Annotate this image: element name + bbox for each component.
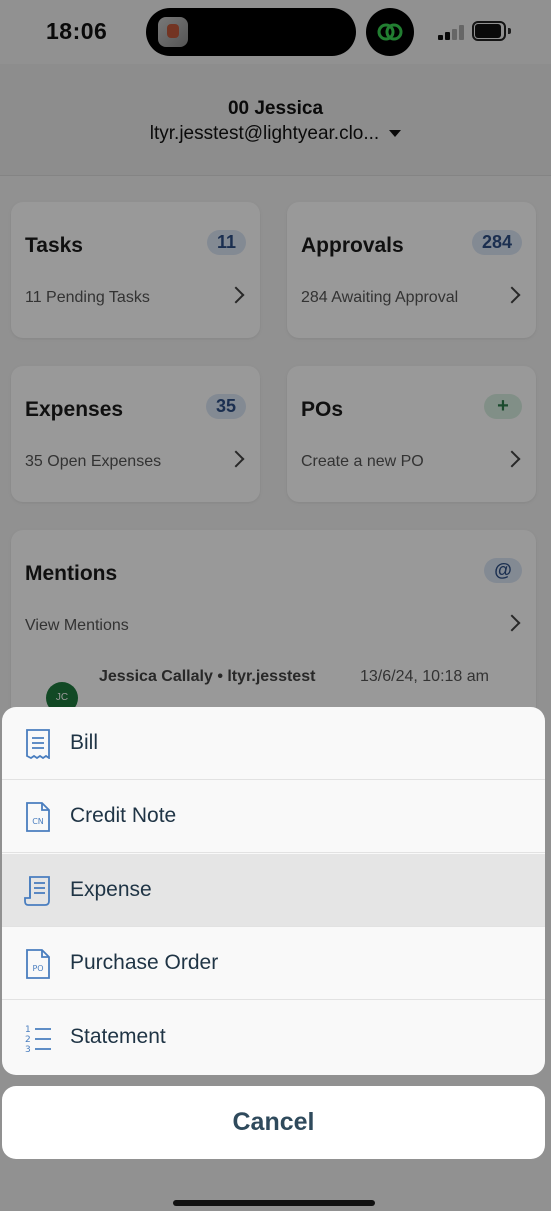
expense-icon — [24, 876, 52, 906]
sheet-item-label: Purchase Order — [70, 951, 219, 974]
statement-icon: 1 2 3 — [24, 1023, 52, 1055]
home-indicator[interactable] — [173, 1200, 375, 1206]
sheet-item-label: Bill — [70, 731, 99, 754]
svg-text:1: 1 — [25, 1025, 31, 1035]
sheet-item-label: Expense — [70, 878, 152, 901]
credit-note-icon: CN — [24, 802, 52, 832]
svg-text:3: 3 — [25, 1045, 31, 1053]
purchase-order-icon: PO — [24, 949, 52, 979]
sheet-item-bill[interactable]: Bill — [2, 707, 545, 780]
sheet-item-credit-note[interactable]: CN Credit Note — [2, 780, 545, 853]
sheet-item-purchase-order[interactable]: PO Purchase Order — [2, 927, 545, 1000]
cancel-button[interactable]: Cancel — [2, 1086, 545, 1159]
bill-icon — [24, 729, 52, 760]
sheet-item-statement[interactable]: 1 2 3 Statement — [2, 1001, 545, 1074]
sheet-item-label: Credit Note — [70, 804, 177, 827]
svg-text:PO: PO — [32, 964, 43, 973]
sheet-item-label: Statement — [70, 1025, 166, 1048]
create-action-sheet: Bill CN Credit Note Expense PO Purchase … — [2, 707, 545, 1075]
svg-text:CN: CN — [32, 817, 44, 826]
svg-text:2: 2 — [25, 1035, 31, 1045]
sheet-item-expense[interactable]: Expense — [2, 854, 545, 927]
